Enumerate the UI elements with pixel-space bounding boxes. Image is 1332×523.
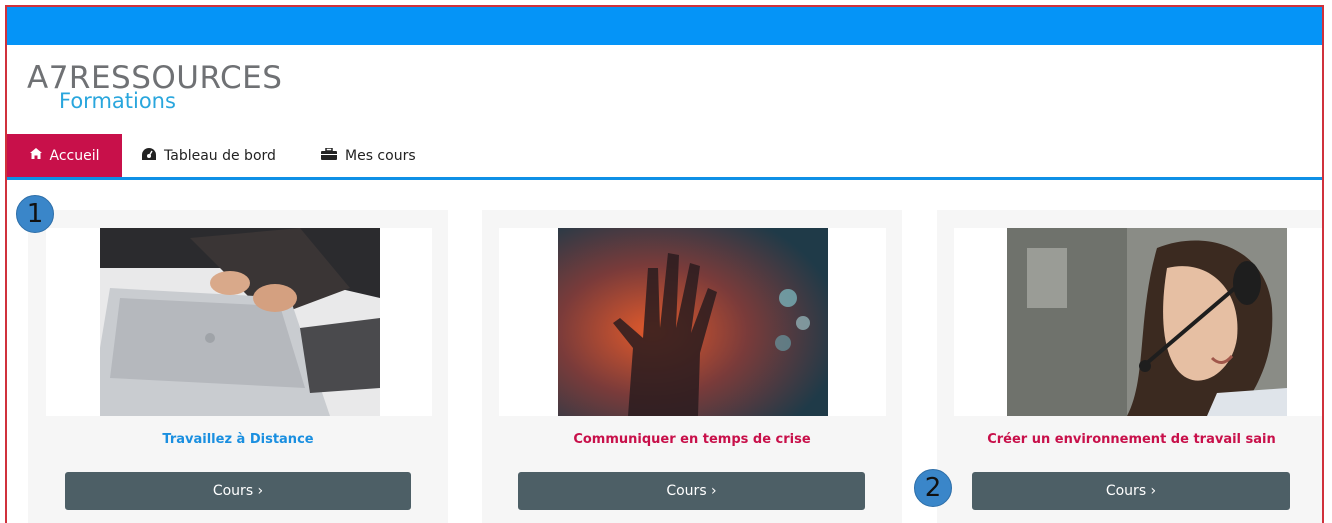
briefcase-icon: [321, 146, 337, 164]
page-frame: A7RESSOURCES Formations Accueil Tableau …: [5, 5, 1324, 523]
nav-item-accueil[interactable]: Accueil: [7, 134, 122, 177]
course-title[interactable]: Communiquer en temps de crise: [482, 432, 902, 447]
step-badge-2: 2: [914, 469, 952, 507]
course-button[interactable]: Cours ›: [518, 472, 865, 510]
nav-item-mes-cours[interactable]: Mes cours: [321, 134, 416, 177]
nav-underline: [7, 177, 1322, 180]
hand-on-glass-photo[interactable]: [558, 228, 828, 416]
course-card: Travaillez à Distance Cours ›: [28, 210, 448, 523]
course-card: Créer un environnement de travail sain C…: [937, 210, 1322, 523]
course-image-container: [499, 228, 886, 416]
top-bar: [7, 7, 1322, 45]
laptop-photo[interactable]: [100, 228, 380, 416]
logo-sub-text: Formations: [59, 89, 176, 113]
main-nav: Accueil Tableau de bord Mes cours: [7, 134, 1322, 180]
home-icon: [29, 148, 42, 163]
headset-operator-photo[interactable]: [1007, 228, 1287, 416]
nav-label-tableau-de-bord: Tableau de bord: [164, 147, 276, 164]
site-logo[interactable]: A7RESSOURCES Formations: [27, 63, 282, 112]
step-badge-1: 1: [16, 195, 54, 233]
dashboard-icon: [142, 147, 156, 164]
nav-item-tableau-de-bord[interactable]: Tableau de bord: [142, 134, 276, 177]
course-title[interactable]: Créer un environnement de travail sain: [937, 432, 1322, 447]
nav-label-mes-cours: Mes cours: [345, 147, 416, 164]
nav-label-accueil: Accueil: [49, 147, 100, 164]
course-image-container: [954, 228, 1322, 416]
course-card: Communiquer en temps de crise Cours ›: [482, 210, 902, 523]
course-title[interactable]: Travaillez à Distance: [28, 432, 448, 447]
course-button[interactable]: Cours ›: [972, 472, 1290, 510]
course-image-container: [46, 228, 432, 416]
course-button[interactable]: Cours ›: [65, 472, 411, 510]
